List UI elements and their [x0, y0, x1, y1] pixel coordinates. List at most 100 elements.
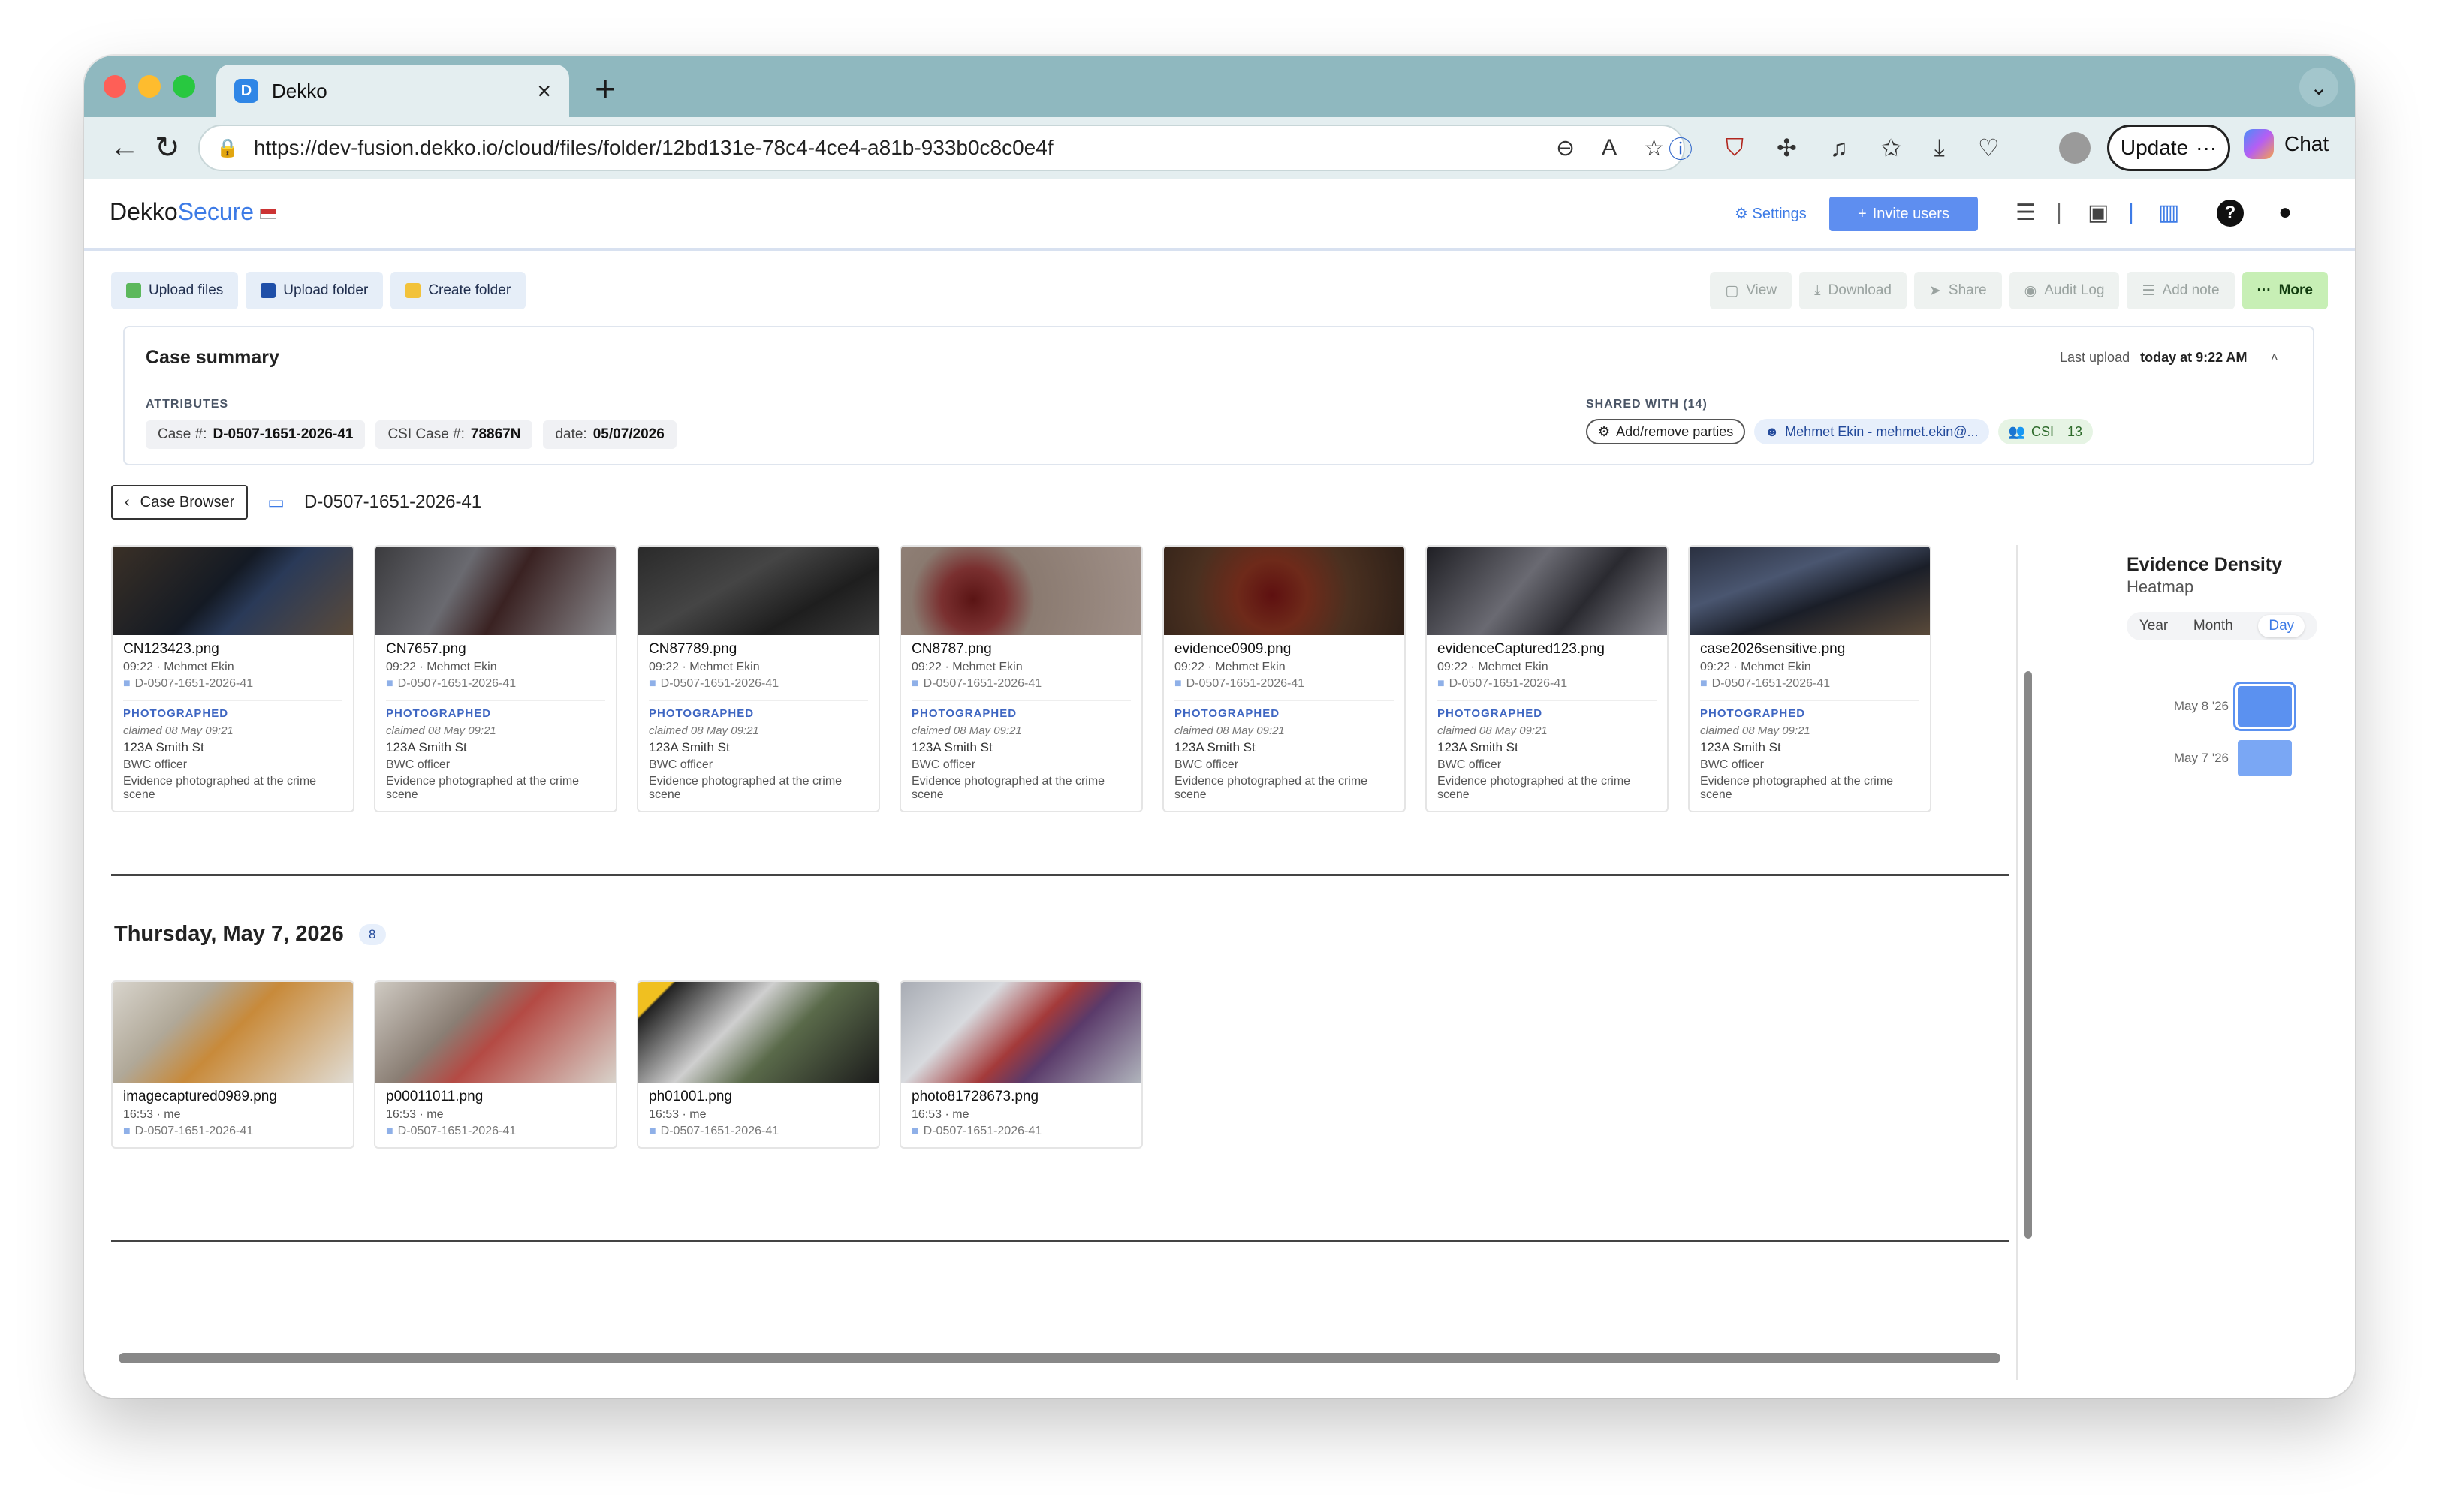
file-thumbnail[interactable]	[375, 982, 616, 1083]
note-text: Evidence photographed at the crime scene	[386, 775, 580, 801]
file-card[interactable]: p00011011.png 16:53 · me ■ D-0507-1651-20…	[374, 980, 617, 1149]
file-meta: 16:53 · me	[649, 1108, 707, 1121]
folder-icon: ■	[386, 677, 393, 690]
invite-users-button[interactable]: + Invite users	[1829, 197, 1978, 231]
heatmap-row-label: May 8 '26	[2173, 699, 2229, 713]
password-manager-icon[interactable]: ⓘ	[1669, 131, 1693, 165]
heatmap-cell[interactable]	[2238, 740, 2292, 776]
shared-group-pill[interactable]: 👥 CSI 13	[1997, 419, 2093, 444]
note-text: Evidence photographed at the crime scene	[1700, 775, 1894, 801]
file-card[interactable]: CN8787.png 09:22 · Mehmet Ekin ■ D-0507-1…	[900, 545, 1143, 812]
file-thumbnail[interactable]	[901, 547, 1141, 635]
help-icon[interactable]: ?	[2217, 200, 2244, 227]
tab-year[interactable]: Year	[2139, 618, 2168, 634]
file-thumbnail[interactable]	[113, 547, 353, 635]
view-button[interactable]: ▢ View	[1710, 272, 1792, 309]
file-card[interactable]: ph01001.png 16:53 · me ■ D-0507-1651-2026…	[637, 980, 880, 1149]
create-folder-button[interactable]: Create folder	[390, 272, 526, 309]
file-thumbnail[interactable]	[1427, 547, 1667, 635]
back-arrow-icon[interactable]: ←	[110, 131, 140, 164]
file-thumbnail[interactable]	[375, 547, 616, 635]
zoom-icon[interactable]: ⊖	[1556, 135, 1575, 161]
new-tab-icon[interactable]: +	[595, 69, 616, 110]
vertical-scrollbar[interactable]	[2024, 671, 2032, 1239]
tab-day[interactable]: Day	[2258, 615, 2305, 637]
note-text: Evidence photographed at the crime scene	[123, 775, 317, 801]
folder-icon: ■	[649, 1125, 656, 1137]
upload-folder-button[interactable]: Upload folder	[246, 272, 384, 309]
note-text: Evidence photographed at the crime scene	[649, 775, 843, 801]
logo-text-secure: Secure	[177, 198, 255, 225]
file-card[interactable]: CN87789.png 09:22 · Mehmet Ekin ■ D-0507-…	[637, 545, 880, 812]
heatmap-cell[interactable]	[2235, 684, 2294, 729]
puzzle-icon[interactable]: ✣	[1777, 134, 1797, 162]
address-text: 123A Smith St	[386, 740, 467, 754]
profile-avatar[interactable]	[2059, 132, 2091, 164]
more-button[interactable]: ··· More	[2242, 272, 2328, 309]
file-thumbnail[interactable]	[638, 547, 879, 635]
music-icon[interactable]: ♫	[1830, 134, 1848, 162]
file-thumbnail[interactable]	[113, 982, 353, 1083]
status-badge: PHOTOGRAPHED	[1700, 707, 1806, 720]
add-note-button[interactable]: ☰ Add note	[2127, 272, 2235, 309]
maximize-window-button[interactable]	[173, 75, 195, 98]
user-icon[interactable]: ●	[2278, 200, 2292, 225]
settings-link[interactable]: ⚙ Settings	[1735, 204, 1807, 223]
share-button[interactable]: ➤ Share	[1913, 272, 2002, 309]
address-text: 123A Smith St	[1174, 740, 1256, 754]
file-thumbnail[interactable]	[638, 982, 879, 1083]
close-tab-icon[interactable]: ×	[537, 77, 551, 105]
file-thumbnail[interactable]	[901, 982, 1141, 1083]
audit-log-button[interactable]: ◉ Audit Log	[2009, 272, 2120, 309]
file-path: ■ D-0507-1651-2026-41	[1437, 677, 1568, 690]
file-card[interactable]: evidence0909.png 09:22 · Mehmet Ekin ■ D-…	[1162, 545, 1406, 812]
dekko-logo[interactable]: DekkoSecure	[110, 198, 277, 226]
chart-view-icon[interactable]: ▥	[2158, 200, 2179, 226]
file-card[interactable]: CN123423.png 09:22 · Mehmet Ekin ■ D-0507…	[111, 545, 354, 812]
file-path: ■ D-0507-1651-2026-41	[649, 677, 779, 690]
file-card[interactable]: imagecaptured0989.png 16:53 · me ■ D-0507…	[111, 980, 354, 1149]
add-remove-parties-button[interactable]: ⚙ Add/remove parties	[1586, 419, 1746, 444]
read-aloud-icon[interactable]: A	[1602, 135, 1617, 161]
upload-files-button[interactable]: Upload files	[111, 272, 239, 309]
url-field[interactable]: 🔒 https://dev-fusion.dekko.io/cloud/file…	[198, 125, 1685, 171]
browser-tab[interactable]: D Dekko ×	[216, 65, 569, 117]
chat-button[interactable]: Chat	[2244, 129, 2329, 159]
group-divider	[111, 874, 2009, 876]
shield-icon[interactable]: ⛉	[1726, 134, 1744, 162]
shared-user-pill[interactable]: ☻ Mehmet Ekin - mehmet.ekin@...	[1754, 419, 1989, 444]
favorites-icon[interactable]: ✩	[1881, 134, 1901, 162]
file-card[interactable]: evidenceCaptured123.png 09:22 · Mehmet E…	[1425, 545, 1669, 812]
attribute-chip-date: date: 05/07/2026	[543, 420, 677, 449]
tab-title: Dekko	[272, 79, 327, 102]
image-view-icon[interactable]: ▣	[2088, 200, 2109, 226]
file-card[interactable]: photo81728673.png 16:53 · me ■ D-0507-165…	[900, 980, 1143, 1149]
file-card[interactable]: CN7657.png 09:22 · Mehmet Ekin ■ D-0507-1…	[374, 545, 617, 812]
claimed-text: claimed 08 May 09:21	[1437, 724, 1548, 737]
heatmap-row: May 7 '26	[2127, 740, 2292, 776]
reload-icon[interactable]: ↻	[155, 131, 180, 165]
health-icon[interactable]: ♡	[1978, 134, 2000, 162]
chevron-down-icon[interactable]: ⌄	[2299, 68, 2338, 107]
favorite-star-icon[interactable]: ☆	[1644, 135, 1664, 161]
url-text[interactable]: https://dev-fusion.dekko.io/cloud/files/…	[254, 136, 1556, 160]
horizontal-scrollbar[interactable]	[119, 1353, 2000, 1363]
download-icon[interactable]: ⤓	[1934, 134, 1945, 162]
download-button[interactable]: ⤓ Download	[1799, 272, 1907, 309]
close-window-button[interactable]	[104, 75, 126, 98]
chevron-up-icon[interactable]: ˄	[2270, 350, 2278, 365]
list-view-icon[interactable]: ☰	[2015, 200, 2036, 226]
note-text: Evidence photographed at the crime scene	[1174, 775, 1368, 801]
update-button[interactable]: Update ···	[2107, 125, 2230, 171]
file-path: ■ D-0507-1651-2026-41	[123, 677, 254, 690]
file-thumbnail[interactable]	[1690, 547, 1930, 635]
file-card[interactable]: case2026sensitive.png 09:22 · Mehmet Eki…	[1688, 545, 1931, 812]
file-thumbnail[interactable]	[1164, 547, 1404, 635]
group-may-8-cards: CN123423.png 09:22 · Mehmet Ekin ■ D-0507…	[111, 545, 1931, 812]
minimize-window-button[interactable]	[138, 75, 161, 98]
browser-window: D Dekko × + ⌄ ← ↻ 🔒 https://dev-fusion.d…	[84, 56, 2355, 1398]
tab-month[interactable]: Month	[2193, 618, 2233, 634]
case-browser-back-button[interactable]: ‹ Case Browser	[111, 485, 249, 520]
heatmap-row: May 8 '26	[2127, 684, 2294, 729]
chevron-left-icon: ‹	[125, 493, 130, 511]
